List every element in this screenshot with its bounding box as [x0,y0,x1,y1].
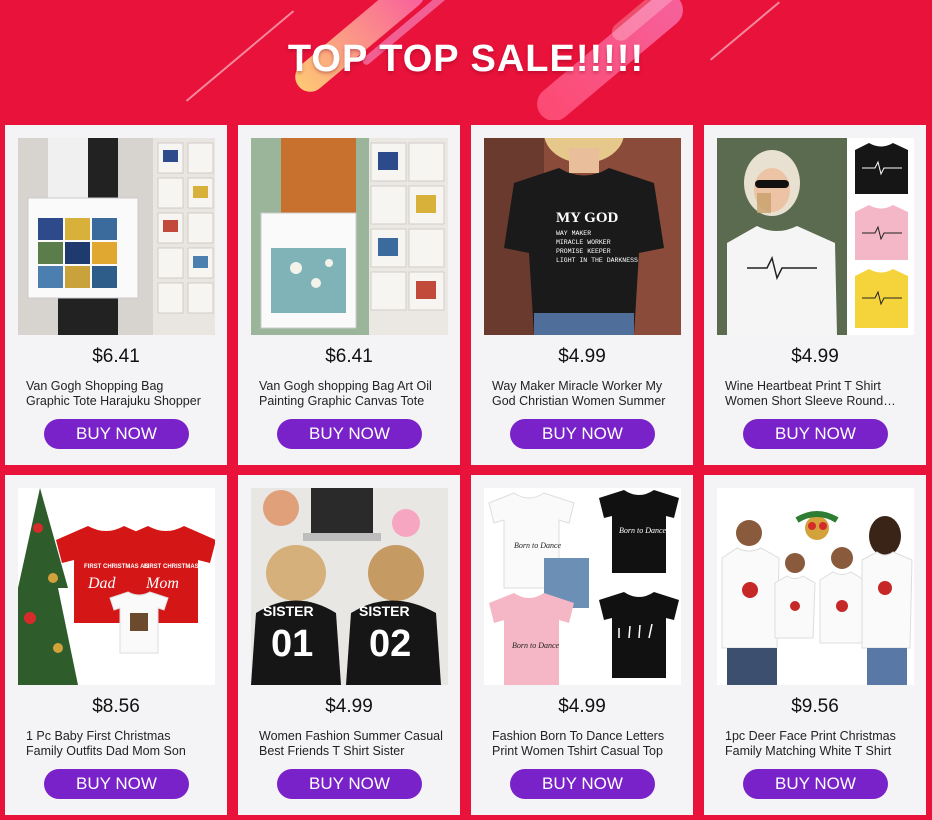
product-price: $4.99 [325,696,373,717]
product-title[interactable]: Van Gogh shopping Bag Art Oil Painting G… [259,379,443,409]
svg-text:FIRST CHRISTMAS AS: FIRST CHRISTMAS AS [84,564,148,570]
tshirt-icon: Born to Dance Born to Dance Born to Danc… [484,488,681,685]
product-price: $8.56 [92,696,140,717]
svg-text:Mom: Mom [145,575,179,592]
product-card[interactable]: SISTER 01 SISTER 02 $4.99 Women Fashion … [238,475,460,815]
sale-banner: TOP TOP SALE!!!!! [0,0,932,120]
product-price: $4.99 [558,346,606,367]
product-card[interactable]: $4.99 Wine Heartbeat Print T Shirt Women… [704,125,926,465]
product-image[interactable]: Born to Dance Born to Dance Born to Danc… [484,488,681,685]
svg-text:02: 02 [369,623,411,665]
buy-now-button[interactable]: BUY NOW [743,769,888,799]
product-price: $6.41 [325,346,373,367]
product-title[interactable]: Wine Heartbeat Print T Shirt Women Short… [725,379,909,409]
tshirt-icon: MY GOD WAY MAKER MIRACLE WORKER PROMISE … [484,138,681,335]
buy-now-button[interactable]: BUY NOW [277,769,422,799]
product-image[interactable] [717,488,914,685]
buy-now-button[interactable]: BUY NOW [277,419,422,449]
svg-text:WAY MAKER: WAY MAKER [556,230,591,237]
product-image[interactable]: MY GOD WAY MAKER MIRACLE WORKER PROMISE … [484,138,681,335]
svg-text:Dad: Dad [87,575,117,592]
product-price: $9.56 [791,696,839,717]
buy-now-button[interactable]: BUY NOW [510,769,655,799]
product-title[interactable]: Van Gogh Shopping Bag Graphic Tote Haraj… [26,379,210,409]
svg-text:MIRACLE WORKER: MIRACLE WORKER [556,239,611,246]
tshirt-icon: FIRST CHRISTMAS AS Dad FIRST CHRISTMAS A… [18,488,215,685]
banner-title: TOP TOP SALE!!!!! [287,38,645,80]
product-card[interactable]: $6.41 Van Gogh Shopping Bag Graphic Tote… [5,125,227,465]
svg-text:Born to Dance: Born to Dance [619,526,667,535]
svg-text:FIRST CHRISTMAS AS: FIRST CHRISTMAS AS [144,564,208,570]
svg-text:PROMISE KEEPER: PROMISE KEEPER [556,248,611,255]
product-price: $4.99 [558,696,606,717]
svg-text:01: 01 [271,623,313,665]
product-price: $4.99 [791,346,839,367]
svg-text:SISTER: SISTER [359,603,410,619]
product-title[interactable]: Way Maker Miracle Worker My God Christia… [492,379,676,409]
buy-now-button[interactable]: BUY NOW [743,419,888,449]
tote-bag-icon [251,138,448,335]
product-price: $6.41 [92,346,140,367]
product-card[interactable]: $9.56 1pc Deer Face Print Christmas Fami… [704,475,926,815]
product-image[interactable] [717,138,914,335]
product-title[interactable]: 1pc Deer Face Print Christmas Family Mat… [725,729,909,759]
buy-now-button[interactable]: BUY NOW [44,419,189,449]
product-card[interactable]: MY GOD WAY MAKER MIRACLE WORKER PROMISE … [471,125,693,465]
svg-text:SISTER: SISTER [263,603,314,619]
buy-now-button[interactable]: BUY NOW [44,769,189,799]
svg-text:MY GOD: MY GOD [556,210,619,226]
buy-now-button[interactable]: BUY NOW [510,419,655,449]
product-title[interactable]: Fashion Born To Dance Letters Print Wome… [492,729,676,759]
tshirt-icon: SISTER 01 SISTER 02 [251,488,448,685]
product-card[interactable]: Born to Dance Born to Dance Born to Danc… [471,475,693,815]
product-image[interactable]: FIRST CHRISTMAS AS Dad FIRST CHRISTMAS A… [18,488,215,685]
svg-text:Born to Dance: Born to Dance [514,541,562,550]
product-title[interactable]: 1 Pc Baby First Christmas Family Outfits… [26,729,210,759]
product-image[interactable] [18,138,215,335]
tshirt-icon [717,138,914,335]
product-title[interactable]: Women Fashion Summer Casual Best Friends… [259,729,443,759]
product-image[interactable] [251,138,448,335]
product-card[interactable]: FIRST CHRISTMAS AS Dad FIRST CHRISTMAS A… [5,475,227,815]
product-image[interactable]: SISTER 01 SISTER 02 [251,488,448,685]
svg-text:Born to Dance: Born to Dance [512,641,560,650]
product-card[interactable]: $6.41 Van Gogh shopping Bag Art Oil Pain… [238,125,460,465]
tote-bag-icon [18,138,215,335]
svg-text:LIGHT IN THE DARKNESS: LIGHT IN THE DARKNESS [556,257,638,264]
tshirt-icon [717,488,914,685]
